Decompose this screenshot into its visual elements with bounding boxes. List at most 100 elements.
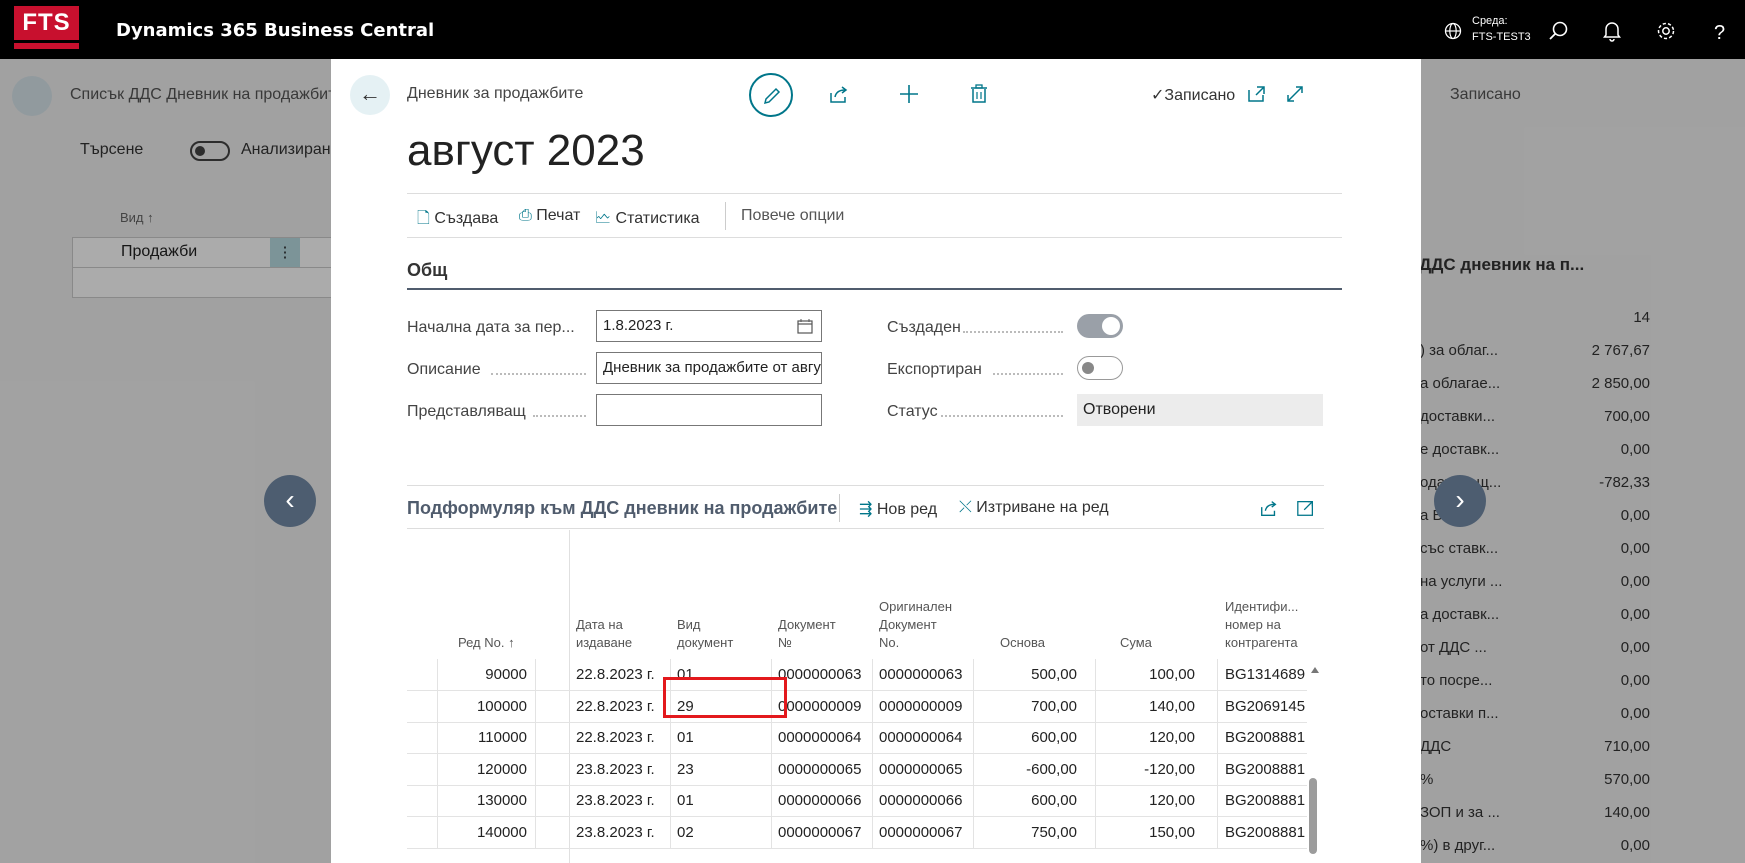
amount-cell[interactable]: 120,00 xyxy=(1087,792,1195,809)
expand-subform-icon[interactable] xyxy=(1296,498,1316,518)
base-cell[interactable]: 600,00 xyxy=(967,729,1077,746)
line-no-cell[interactable]: 140000 xyxy=(427,824,527,841)
partner-id-cell[interactable]: BG200888123 xyxy=(1225,824,1305,841)
issue-date-cell[interactable]: 22.8.2023 г. xyxy=(576,729,672,746)
globe-icon xyxy=(1444,22,1462,40)
partner-id-cell[interactable]: BG200888123 xyxy=(1225,729,1305,746)
amount-cell[interactable]: 120,00 xyxy=(1087,729,1195,746)
general-group-title[interactable]: Общ xyxy=(407,260,447,281)
doc-no-cell[interactable]: 0000000063 xyxy=(778,666,868,683)
base-cell[interactable]: 750,00 xyxy=(967,824,1077,841)
start-date-field[interactable]: 1.8.2023 г. xyxy=(596,310,822,342)
expand-icon[interactable] xyxy=(1284,83,1306,105)
col-partner-id[interactable]: Идентифи... номер на контрагента xyxy=(1225,598,1298,652)
created-toggle[interactable] xyxy=(1077,314,1123,338)
col-amount[interactable]: Сума xyxy=(1120,634,1152,652)
exported-toggle[interactable] xyxy=(1077,356,1123,380)
doc-no-cell[interactable]: 0000000064 xyxy=(778,729,868,746)
logo-text: FTS xyxy=(14,6,79,40)
orig-doc-no-cell[interactable]: 0000000067 xyxy=(879,824,974,841)
base-cell[interactable]: 700,00 xyxy=(967,698,1077,715)
share-icon[interactable] xyxy=(1259,498,1279,518)
col-issue-date[interactable]: Дата на издаване xyxy=(576,616,632,652)
orig-doc-no-cell[interactable]: 0000000064 xyxy=(879,729,974,746)
line-no-cell[interactable]: 90000 xyxy=(427,666,527,683)
statistics-action[interactable]: 🗠 Статистика xyxy=(595,207,700,234)
doc-no-cell[interactable]: 0000000065 xyxy=(778,761,868,778)
amount-cell[interactable]: 140,00 xyxy=(1087,698,1195,715)
amount-cell[interactable]: -120,00 xyxy=(1087,761,1195,778)
table-row[interactable]: 90000 22.8.2023 г. 01 0000000063 0000000063 5… xyxy=(407,659,1307,691)
table-row[interactable]: 130000 23.8.2023 г. 01 0000000066 0000000066… xyxy=(407,785,1307,817)
exported-label: Експортиран xyxy=(887,361,982,378)
col-doc-type[interactable]: Вид документ xyxy=(677,616,733,652)
partner-id-cell[interactable]: BG206914569 xyxy=(1225,698,1305,715)
col-doc-no[interactable]: Документ № xyxy=(778,616,836,652)
orig-doc-no-cell[interactable]: 0000000009 xyxy=(879,698,974,715)
delete-line-action[interactable]: ⤬ Изтриване на ред xyxy=(959,499,1109,517)
partner-id-cell[interactable]: BG200888123 xyxy=(1225,792,1305,809)
create-action[interactable]: 🗋 Създава xyxy=(417,207,498,234)
issue-date-cell[interactable]: 22.8.2023 г. xyxy=(576,666,672,683)
partner-id-cell[interactable]: BG200888123 xyxy=(1225,761,1305,778)
calendar-icon[interactable] xyxy=(797,318,813,334)
next-record-button[interactable]: › xyxy=(1434,475,1486,527)
line-no-cell[interactable]: 100000 xyxy=(427,698,527,715)
description-field[interactable]: Дневник за продажбите от август 2023 xyxy=(596,352,822,384)
add-icon[interactable] xyxy=(898,83,920,105)
subform-title[interactable]: Подформуляр към ДДС дневник на продажбит… xyxy=(407,498,837,519)
grid-scrollbar[interactable] xyxy=(1309,778,1317,854)
base-cell[interactable]: -600,00 xyxy=(967,761,1077,778)
issue-date-cell[interactable]: 23.8.2023 г. xyxy=(576,824,672,841)
base-cell[interactable]: 600,00 xyxy=(967,792,1077,809)
table-row[interactable]: 100000 22.8.2023 г. 29 0000000009 0000000009… xyxy=(407,690,1307,723)
line-no-cell[interactable]: 110000 xyxy=(427,729,527,746)
col-line-no[interactable]: Ред No. ↑ xyxy=(458,634,515,652)
line-no-cell[interactable]: 130000 xyxy=(427,792,527,809)
issue-date-cell[interactable]: 22.8.2023 г. xyxy=(576,698,672,715)
app-title[interactable]: Dynamics 365 Business Central xyxy=(116,20,434,41)
gear-icon[interactable] xyxy=(1655,20,1677,42)
base-cell[interactable]: 500,00 xyxy=(967,666,1077,683)
more-options-action[interactable]: Повече опции xyxy=(741,207,844,225)
cell-divider xyxy=(1217,816,1218,848)
orig-doc-no-cell[interactable]: 0000000065 xyxy=(879,761,974,778)
line-no-cell[interactable]: 120000 xyxy=(427,761,527,778)
doc-type-cell[interactable]: 02 xyxy=(677,824,767,841)
print-action[interactable]: ⎙ Печат xyxy=(519,207,580,225)
doc-type-cell[interactable]: 01 xyxy=(677,729,767,746)
open-new-window-icon[interactable] xyxy=(1246,83,1268,105)
amount-cell[interactable]: 100,00 xyxy=(1087,666,1195,683)
edit-button[interactable] xyxy=(749,73,793,117)
search-icon[interactable] xyxy=(1548,20,1570,42)
orig-doc-no-cell[interactable]: 0000000063 xyxy=(879,666,974,683)
col-base[interactable]: Основа xyxy=(1000,634,1045,652)
help-icon[interactable]: ? xyxy=(1708,20,1730,42)
amount-cell[interactable]: 150,00 xyxy=(1087,824,1195,841)
col-orig-doc-no[interactable]: Оригинален Документ No. xyxy=(879,598,952,652)
table-row[interactable]: 120000 23.8.2023 г. 23 0000000065 0000000065… xyxy=(407,753,1307,786)
print-action-label: Печат xyxy=(536,207,581,224)
issue-date-cell[interactable]: 23.8.2023 г. xyxy=(576,792,672,809)
table-row[interactable]: 140000 23.8.2023 г. 02 0000000067 0000000067… xyxy=(407,816,1307,849)
representative-field[interactable] xyxy=(596,394,822,426)
new-line-action[interactable]: ⇶ Нов ред xyxy=(859,499,937,519)
environment-indicator[interactable]: Среда: FTS-TEST3 xyxy=(1444,14,1564,48)
cell-divider xyxy=(872,690,873,722)
share-icon[interactable] xyxy=(828,83,850,105)
delete-icon[interactable] xyxy=(968,83,990,105)
doc-no-cell[interactable]: 0000000067 xyxy=(778,824,868,841)
company-logo[interactable]: FTS xyxy=(14,6,79,52)
doc-no-cell[interactable]: 0000000009 xyxy=(778,698,868,715)
orig-doc-no-cell[interactable]: 0000000066 xyxy=(879,792,974,809)
issue-date-cell[interactable]: 23.8.2023 г. xyxy=(576,761,672,778)
bell-icon[interactable] xyxy=(1601,20,1623,42)
doc-type-cell[interactable]: 23 xyxy=(677,761,767,778)
table-row[interactable]: 110000 22.8.2023 г. 01 0000000064 0000000064… xyxy=(407,722,1307,754)
partner-id-cell[interactable]: BG131468958 xyxy=(1225,666,1305,683)
back-button[interactable]: ← xyxy=(350,75,390,115)
doc-type-cell[interactable]: 01 xyxy=(677,792,767,809)
previous-record-button[interactable]: ‹ xyxy=(264,475,316,527)
scroll-up-arrow-icon[interactable] xyxy=(1310,666,1320,674)
doc-no-cell[interactable]: 0000000066 xyxy=(778,792,868,809)
